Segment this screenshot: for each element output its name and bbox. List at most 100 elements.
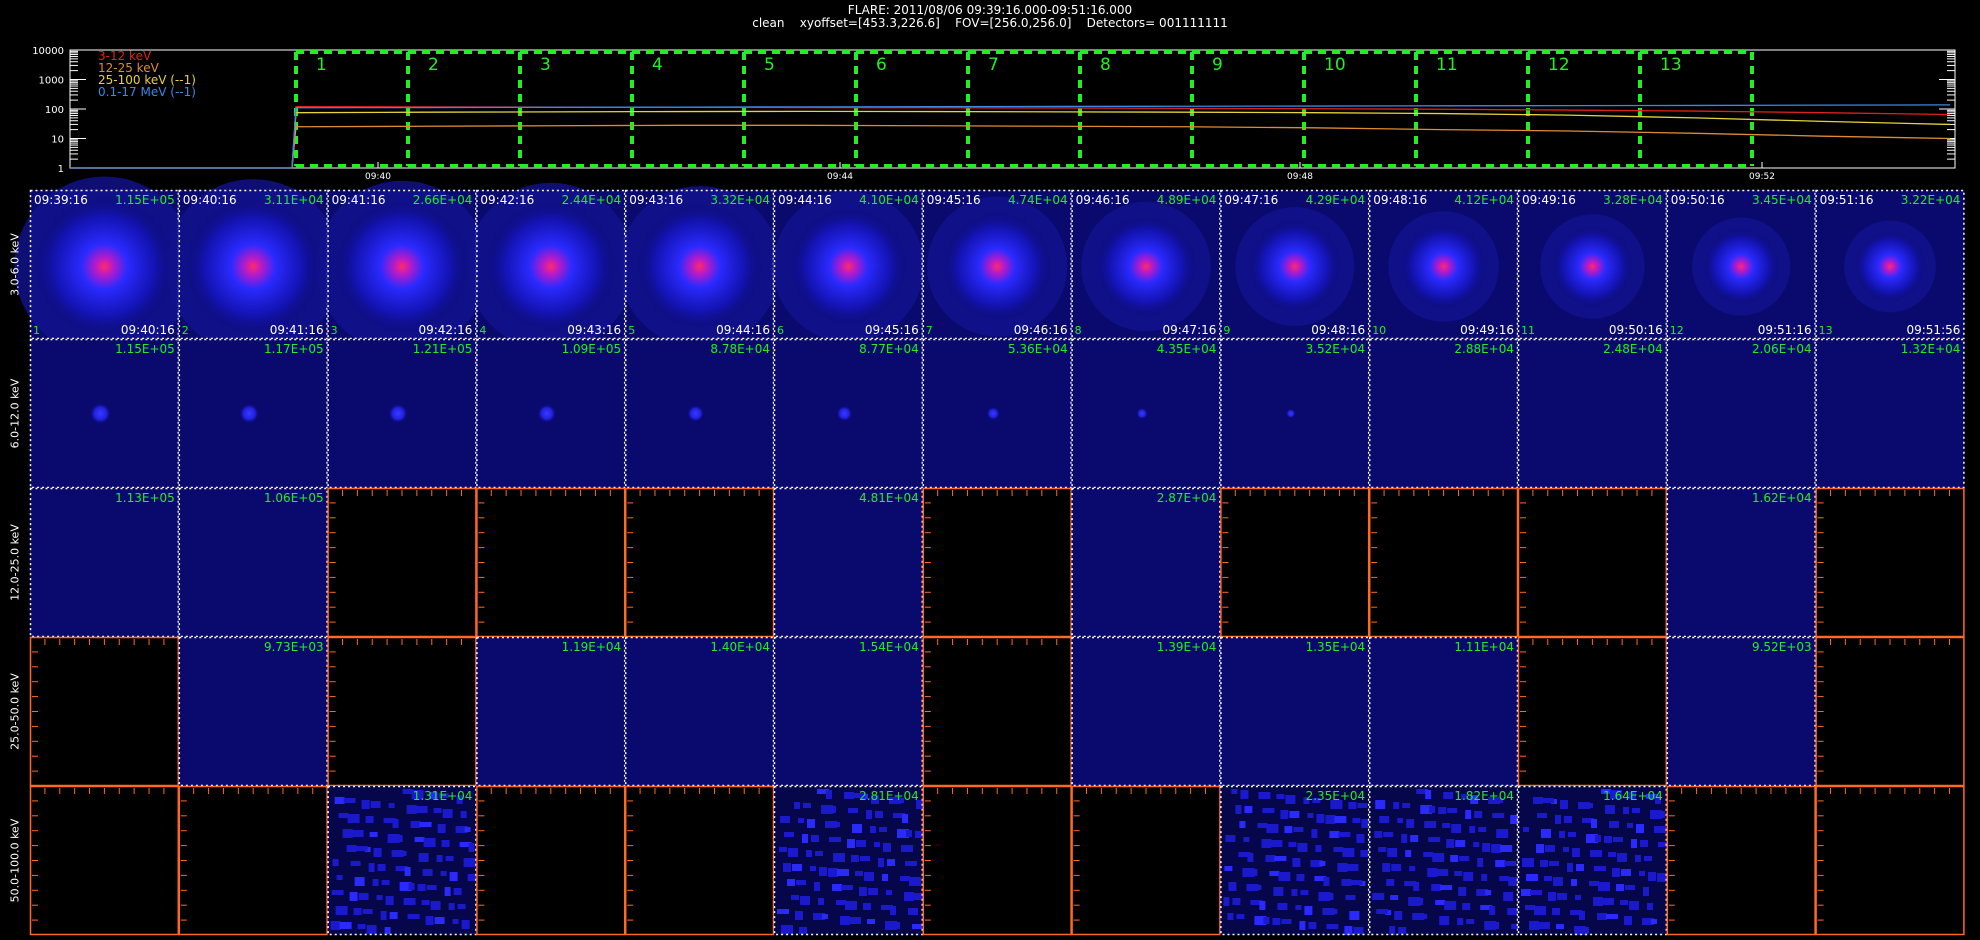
panel-background: [476, 786, 626, 935]
image-panel: 2.87E+04: [1071, 487, 1221, 638]
noise-patch: [403, 898, 416, 905]
end-time-label: 09:45:16: [865, 323, 919, 337]
image-panel: 1.17E+05: [178, 338, 328, 489]
noise-patch: [1410, 835, 1419, 842]
noise-patch: [1435, 900, 1446, 905]
noise-patch: [1654, 826, 1666, 833]
noise-patch: [795, 911, 803, 920]
noise-patch: [1285, 795, 1296, 804]
energy-band-label: 12.0-25.0 keV: [8, 523, 22, 601]
noise-patch: [1304, 906, 1313, 915]
noise-patch: [1616, 884, 1624, 891]
noise-patch: [334, 797, 345, 804]
noise-patch: [1591, 819, 1597, 828]
peak-count-label: 1.19E+04: [562, 640, 622, 654]
end-time-label: 09:48:16: [1311, 323, 1365, 337]
source-emission: [388, 403, 408, 424]
noise-patch: [1333, 847, 1344, 852]
noise-patch: [856, 840, 866, 847]
image-panel: 1.19E+04: [476, 636, 626, 787]
noise-patch: [1231, 789, 1238, 794]
noise-patch: [388, 803, 395, 808]
noise-patch: [404, 867, 411, 876]
noise-patch: [887, 859, 895, 866]
noise-patch: [430, 901, 441, 910]
noise-patch: [1625, 885, 1635, 890]
noise-patch: [844, 792, 854, 799]
noise-patch: [1386, 879, 1395, 886]
panel-background: [1815, 637, 1965, 786]
noise-patch: [461, 920, 470, 929]
noise-patch: [794, 802, 800, 809]
frame-number-label: 4: [479, 324, 486, 337]
noise-patch: [1325, 815, 1336, 824]
source-emission: [986, 406, 1000, 421]
panel-background: [1220, 488, 1370, 637]
noise-patch: [1394, 911, 1403, 920]
noise-patch: [1477, 858, 1484, 867]
noise-patch: [829, 837, 841, 842]
start-time-label: 09:42:16: [480, 193, 534, 207]
noise-patch: [1391, 864, 1402, 871]
image-panel: 1.40E+04: [624, 636, 775, 787]
noise-patch: [1342, 848, 1355, 857]
panel-background: [1666, 637, 1816, 786]
source-emission: [483, 199, 618, 334]
panel-background: [1369, 339, 1518, 488]
source-emission: [941, 210, 1054, 323]
peak-count-label: 1.15E+05: [115, 193, 175, 207]
image-grid: 1.15E+05 09:39:16 09:40:16 1 3.11E+04 09:40:1…: [14, 176, 1965, 936]
noise-patch: [372, 879, 379, 886]
image-panel: 1.13E+05: [29, 487, 180, 638]
image-panel: 3.22E+04 09:51:16 09:51:56 13: [1815, 189, 1965, 340]
noise-patch: [1265, 855, 1276, 862]
noise-patch: [1334, 816, 1347, 823]
panel-background: [178, 488, 328, 637]
noise-patch: [419, 822, 432, 827]
noise-patch: [814, 882, 820, 891]
image-panel: 3.45E+04 09:50:16 09:51:16 12: [1666, 189, 1816, 340]
noise-patch: [1624, 916, 1632, 925]
noise-patch: [445, 856, 454, 861]
noise-patch: [373, 848, 382, 857]
noise-patch: [1329, 831, 1340, 838]
source-emission: [1550, 224, 1635, 309]
noise-patch: [1439, 916, 1450, 925]
panel-background: [922, 637, 1072, 786]
noise-patch: [1612, 868, 1620, 877]
noise-patch: [1458, 887, 1467, 896]
image-panel: 1.06E+05: [178, 487, 328, 638]
frame-number-label: 3: [331, 324, 338, 337]
peak-count-label: 1.82E+04: [1454, 789, 1514, 803]
image-panel: 4.35E+04: [1071, 338, 1221, 489]
noise-patch: [841, 885, 853, 890]
start-time-label: 09:51:16: [1820, 193, 1874, 207]
noise-patch: [1255, 885, 1262, 890]
noise-patch: [1440, 885, 1453, 890]
noise-patch: [912, 924, 922, 929]
noise-patch: [347, 814, 360, 823]
noise-patch: [361, 800, 370, 809]
noise-patch: [464, 827, 471, 832]
noise-patch: [882, 874, 888, 881]
noise-patch: [867, 919, 875, 924]
start-time-label: 09:50:16: [1671, 193, 1725, 207]
energy-band-label: 3.0-6.0 keV: [8, 232, 22, 296]
noise-patch: [1227, 913, 1234, 920]
panel-background: [1518, 339, 1667, 488]
noise-patch: [422, 869, 433, 876]
noise-patch: [1431, 884, 1442, 891]
end-time-label: 09:51:56: [1906, 323, 1960, 337]
noise-patch: [1593, 897, 1603, 906]
panel-background: [327, 786, 477, 935]
noise-patch: [1571, 879, 1577, 886]
noise-patch: [437, 824, 446, 833]
image-panel: [178, 785, 328, 936]
noise-patch: [1454, 871, 1463, 876]
noise-patch: [1360, 850, 1369, 857]
noise-patch: [355, 846, 368, 851]
noise-patch: [855, 871, 863, 876]
image-panel: [29, 636, 180, 787]
image-panel: 1.32E+04: [1815, 338, 1965, 489]
noise-patch: [798, 818, 804, 823]
